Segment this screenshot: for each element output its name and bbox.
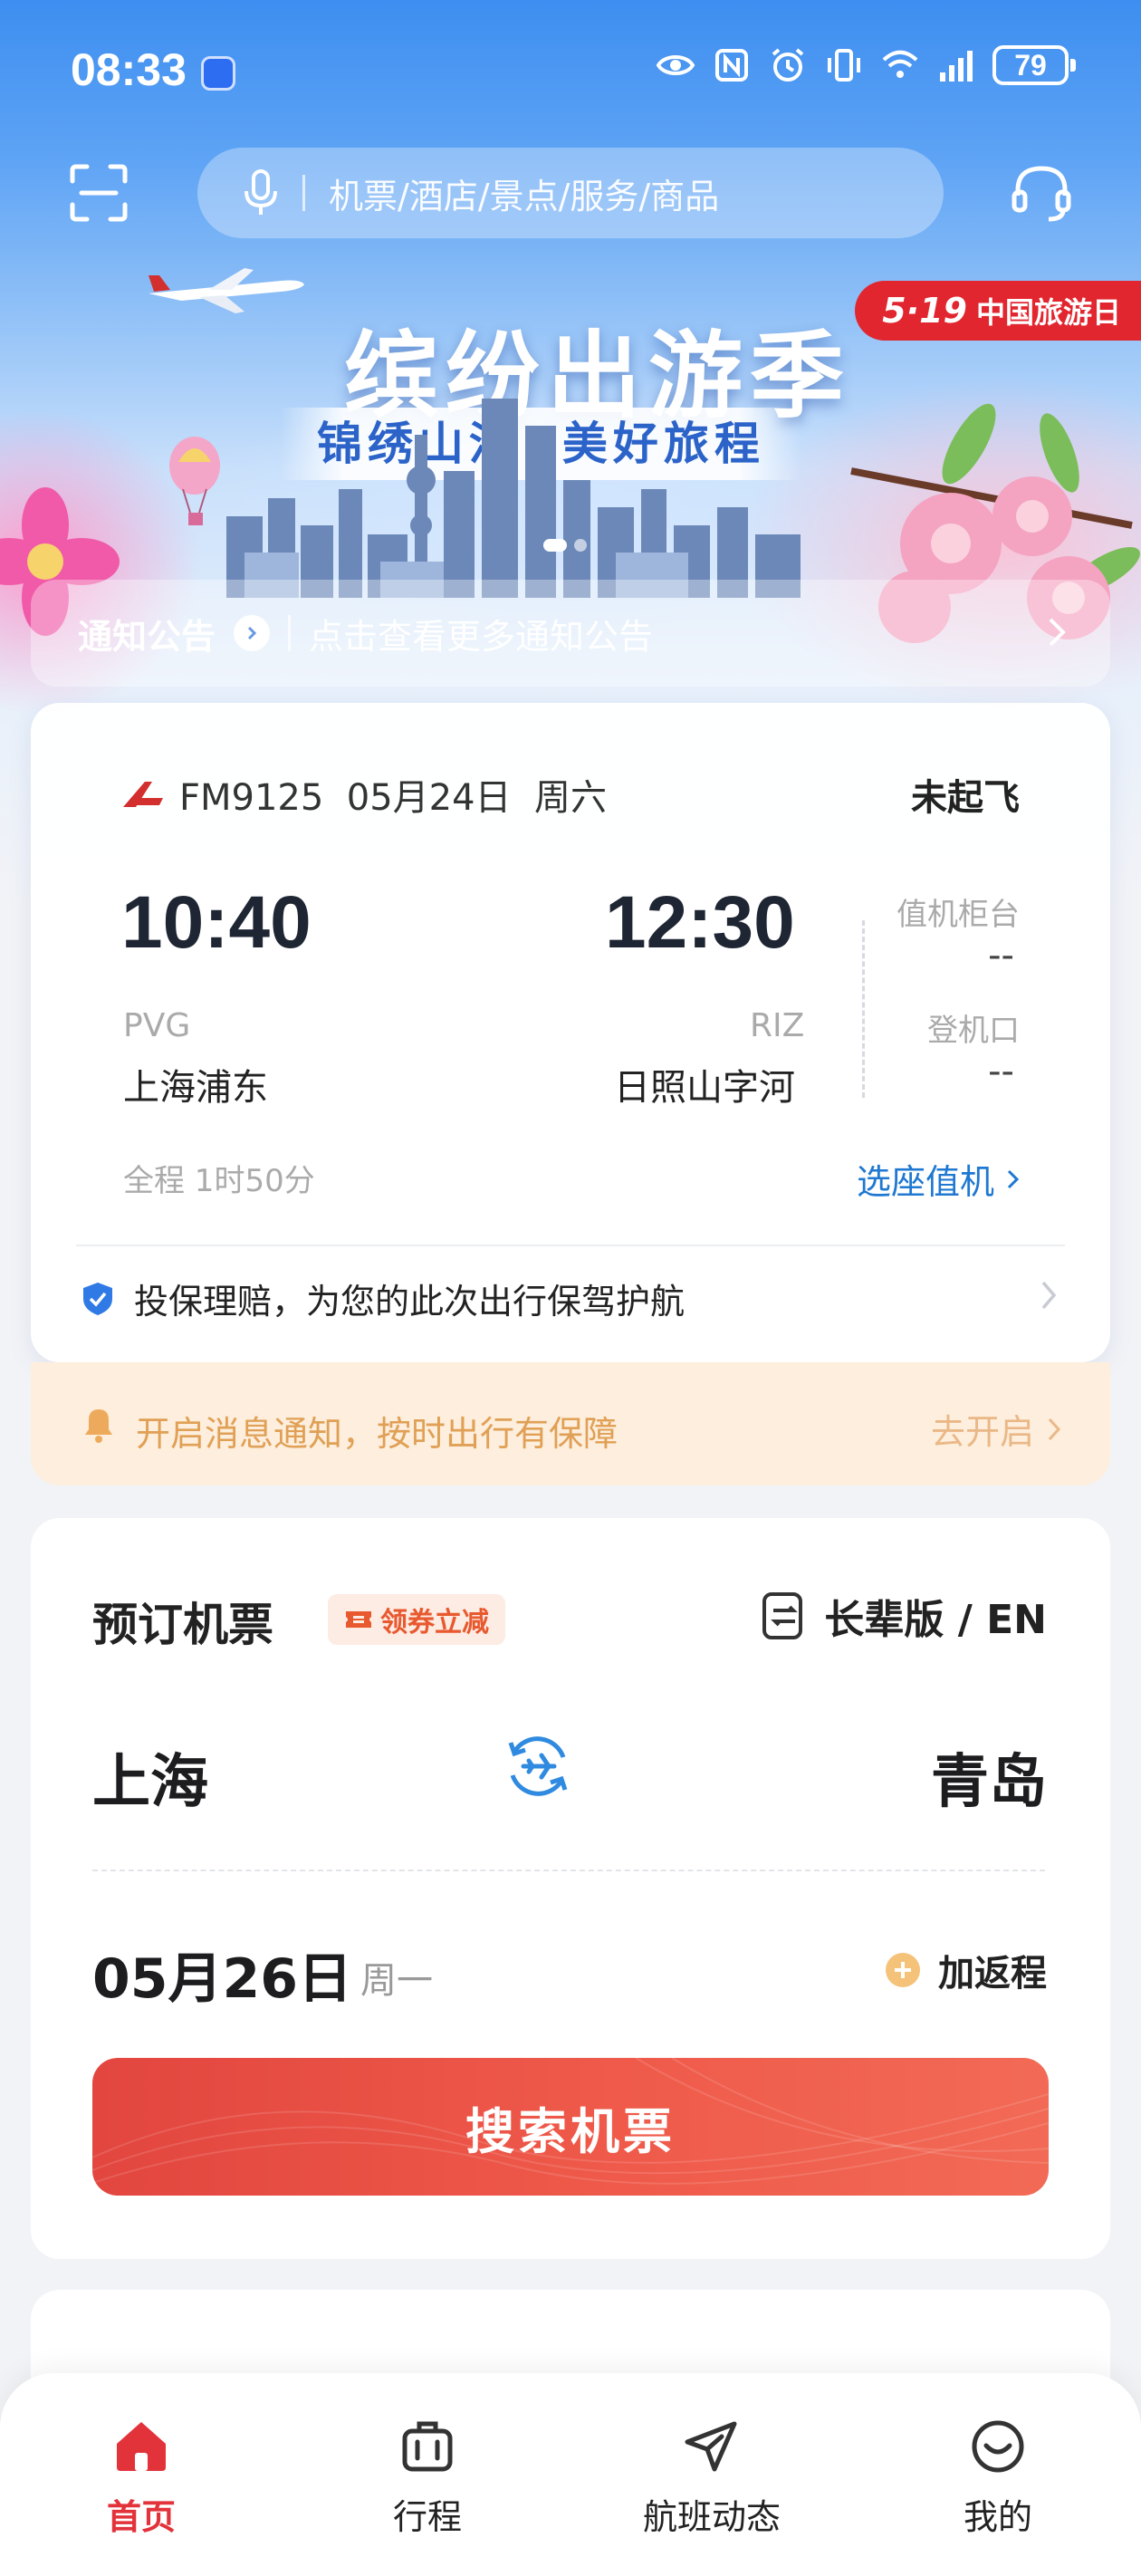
chevron-right-icon — [1007, 1169, 1020, 1188]
elder-mode-button[interactable]: 长辈版 / EN — [759, 1587, 1047, 1645]
departure-city[interactable]: 上海 — [92, 1735, 208, 1819]
flight-header: FM9125 05月24日 周六 — [121, 768, 607, 821]
tourism-day-text: 中国旅游日 — [975, 295, 1121, 330]
departure-airport-code: PVG — [123, 1007, 191, 1044]
nav-home-label: 首页 — [106, 2497, 176, 2537]
flight-number-date: FM9125 05月24日 周六 — [179, 777, 607, 819]
scan-icon — [70, 164, 128, 222]
chevron-right-icon — [1048, 1418, 1061, 1440]
promo-banner[interactable]: 缤纷出游季 锦绣山河 美好旅程 5·19中国旅游日 — [0, 245, 1141, 643]
booking-divider — [92, 1870, 1045, 1871]
coupon-label: 领券立减 — [380, 1607, 489, 1639]
paper-plane-icon — [685, 2421, 737, 2472]
insurance-text: 投保理赔，为您的此次出行保驾护航 — [134, 1282, 686, 1322]
flight-status: 未起飞 — [911, 777, 1020, 819]
banner-pagination — [543, 539, 587, 552]
search-input[interactable]: 机票/酒店/景点/服务/商品 — [197, 148, 944, 238]
city-skyline-illustration — [226, 399, 801, 598]
mode-switch-icon — [762, 1592, 803, 1639]
plus-circle-icon — [886, 1953, 920, 1987]
arrival-airport-name: 日照山字河 — [614, 1067, 795, 1109]
search-placeholder: 机票/酒店/景点/服务/商品 — [329, 176, 720, 216]
notification-text: 开启消息通知，按时出行有保障 — [136, 1414, 618, 1454]
nfc-icon — [712, 45, 752, 85]
airline-logo-icon — [123, 782, 163, 807]
chevron-right-icon — [1049, 618, 1066, 647]
alarm-icon — [768, 45, 808, 85]
nav-profile-label: 我的 — [963, 2497, 1032, 2537]
gate-label: 登机口 — [927, 1013, 1020, 1049]
app-notification-icon — [201, 56, 235, 91]
arrival-airport-code: RIZ — [750, 1007, 805, 1044]
smiley-icon — [972, 2420, 1024, 2473]
bottom-navigation: 首页 行程 航班动态 我的 — [0, 2373, 1141, 2576]
banner-dot-active — [543, 539, 567, 552]
add-return-button[interactable]: 加返程 — [884, 1944, 1047, 1996]
tourism-day-date: 5·19 — [882, 291, 967, 331]
scan-button[interactable] — [67, 161, 130, 225]
notice-bar[interactable]: 通知公告 点击查看更多通知公告 — [31, 580, 1110, 687]
status-bar: 08:33 79 — [0, 0, 1141, 136]
status-time: 08:33 — [71, 44, 187, 95]
notice-title: 通知公告 — [78, 616, 216, 657]
seat-checkin-label: 选座值机 — [856, 1162, 994, 1202]
search-flights-button[interactable]: 搜索机票 — [92, 2058, 1049, 2196]
airplane-illustration — [149, 268, 304, 313]
nav-trips[interactable]: 行程 — [328, 2415, 527, 2539]
home-icon — [117, 2422, 166, 2471]
headset-icon — [1012, 166, 1071, 222]
flight-booking-card: 预订机票 领券立减 长辈版 / EN 上海 青岛 05月26日 周一 加返程 搜… — [31, 1518, 1110, 2259]
insurance-row[interactable]: 投保理赔，为您的此次出行保驾护航 — [82, 1274, 1060, 1323]
customer-service-button[interactable] — [1007, 159, 1076, 228]
banner-dot — [574, 539, 587, 552]
search-divider — [302, 175, 305, 211]
tourism-day-badge: 5·19 中国旅游日 — [855, 281, 1141, 341]
nav-flight-status[interactable]: 航班动态 — [612, 2415, 811, 2539]
flight-duration: 全程 1时50分 — [123, 1163, 315, 1199]
chevron-right-icon — [1041, 1281, 1057, 1310]
bell-icon — [85, 1409, 112, 1443]
luggage-icon — [402, 2421, 453, 2472]
enable-notification-link[interactable]: 去开启 — [931, 1404, 1061, 1454]
departure-time: 10:40 — [121, 881, 312, 964]
swap-plane-icon — [508, 1736, 568, 1796]
add-return-label: 加返程 — [938, 1953, 1047, 1994]
seat-checkin-link[interactable]: 选座值机 — [857, 1154, 1020, 1204]
nav-profile[interactable]: 我的 — [898, 2415, 1098, 2539]
checkin-counter-value: -- — [988, 935, 1014, 976]
nav-trips-label: 行程 — [392, 2497, 462, 2537]
coupon-tag[interactable]: 领券立减 — [328, 1594, 505, 1645]
notification-enable-bar[interactable]: 开启消息通知，按时出行有保障 去开启 — [31, 1362, 1110, 1485]
upcoming-flight-card[interactable]: FM9125 05月24日 周六 未起飞 10:40 12:30 PVG RIZ… — [31, 703, 1110, 1362]
enable-notification-label: 去开启 — [930, 1412, 1034, 1452]
signal-icon — [936, 45, 976, 85]
booking-title: 预订机票 — [92, 1599, 273, 1651]
gate-value: -- — [988, 1051, 1014, 1092]
microphone-icon[interactable] — [243, 169, 279, 216]
wifi-icon — [880, 45, 920, 85]
shield-icon — [83, 1282, 112, 1315]
notice-divider — [288, 615, 292, 651]
notice-arrow-icon — [234, 615, 271, 651]
arrival-time: 12:30 — [605, 881, 795, 964]
swap-cities-button[interactable] — [502, 1730, 574, 1802]
battery-indicator: 79 — [992, 45, 1076, 85]
arrival-city[interactable]: 青岛 — [931, 1735, 1047, 1819]
search-row: 机票/酒店/景点/服务/商品 — [0, 145, 1141, 245]
notice-text: 点击查看更多通知公告 — [309, 616, 654, 657]
vibrate-icon — [824, 45, 864, 85]
nav-home[interactable]: 首页 — [42, 2415, 241, 2539]
search-flights-label: 搜索机票 — [465, 2104, 676, 2159]
departure-weekday: 周一 — [360, 1960, 433, 2002]
status-icons: 79 — [656, 45, 1076, 85]
departure-date[interactable]: 05月26日 — [92, 1935, 352, 2014]
card-divider — [76, 1245, 1065, 1246]
checkin-counter-label: 值机柜台 — [896, 897, 1020, 933]
eye-icon — [656, 45, 695, 85]
nav-flight-status-label: 航班动态 — [642, 2497, 781, 2537]
elder-mode-label: 长辈版 / EN — [824, 1597, 1047, 1643]
ticket-icon — [346, 1611, 371, 1628]
info-divider — [862, 920, 865, 1098]
departure-airport-name: 上海浦东 — [123, 1067, 268, 1109]
